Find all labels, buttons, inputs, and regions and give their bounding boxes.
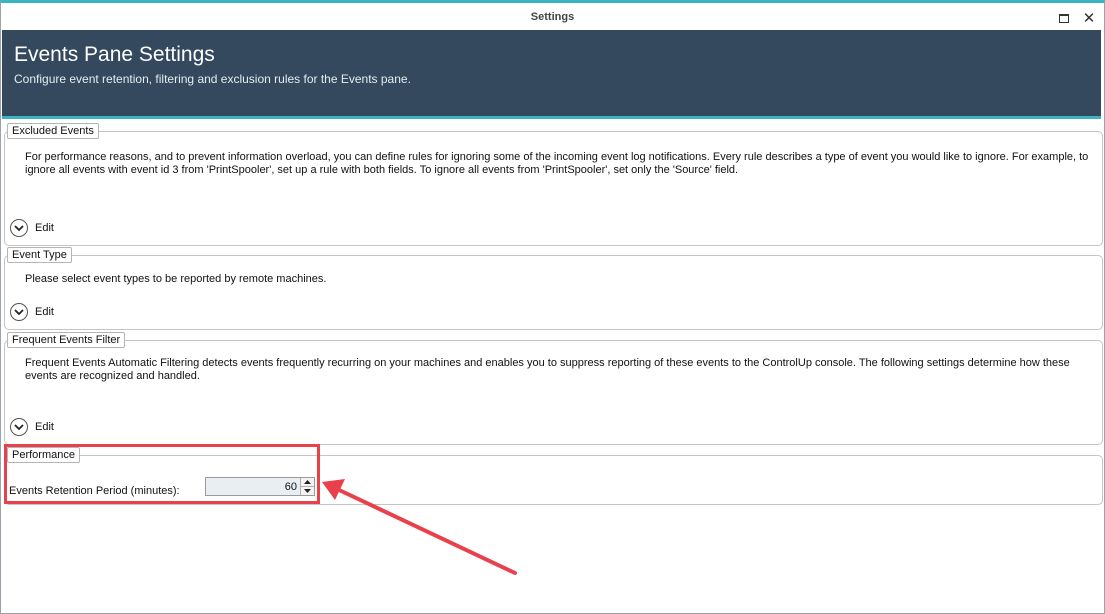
frequent-events-group: Frequent Events Filter Frequent Events A… [4,332,1103,445]
chevron-up-icon [304,480,311,484]
performance-legend: Performance [7,447,80,463]
event-type-group: Event Type Please select event types to … [4,247,1103,330]
edit-label: Edit [35,222,54,234]
edit-label: Edit [35,306,54,318]
frequent-events-edit-button[interactable]: Edit [10,418,54,436]
stepper-buttons [300,478,314,495]
chevron-down-icon [10,303,28,321]
retention-row: Events Retention Period (minutes): [9,485,180,497]
retention-label: Events Retention Period (minutes): [9,485,180,497]
close-button[interactable]: ✕ [1080,9,1098,27]
maximize-button[interactable] [1055,9,1073,27]
maximize-icon [1059,13,1069,23]
window-title: Settings [530,11,575,23]
chevron-down-icon [10,418,28,436]
page-title: Events Pane Settings [14,43,215,66]
event-type-edit-button[interactable]: Edit [10,303,54,321]
retention-period-input[interactable] [206,478,300,495]
edit-label: Edit [35,421,54,433]
event-type-legend: Event Type [7,247,72,263]
frequent-events-legend: Frequent Events Filter [7,332,126,348]
chevron-down-icon [10,219,28,237]
chevron-down-icon [304,489,311,493]
event-type-description: Please select event types to be reported… [25,273,327,285]
excluded-events-edit-button[interactable]: Edit [10,219,54,237]
page-subtitle: Configure event retention, filtering and… [14,72,411,86]
performance-group: Performance Events Retention Period (min… [4,447,1103,505]
close-icon: ✕ [1082,10,1096,27]
frequent-events-description: Frequent Events Automatic Filtering dete… [25,357,1070,382]
excluded-events-legend: Excluded Events [7,123,99,139]
title-bar[interactable]: Settings ✕ [1,3,1104,33]
retention-period-stepper[interactable] [205,477,315,496]
stepper-down-button[interactable] [301,486,314,495]
header-banner: Events Pane Settings Configure event ret… [2,30,1101,119]
excluded-events-group: Excluded Events For performance reasons,… [4,123,1103,246]
stepper-up-button[interactable] [301,478,314,486]
excluded-events-description: For performance reasons, and to prevent … [25,151,1089,176]
